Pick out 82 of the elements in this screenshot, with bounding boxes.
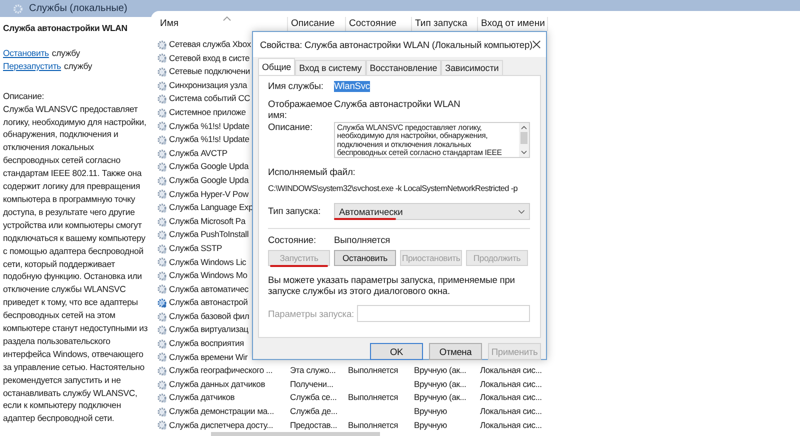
display-name-value: Служба автонастройки WLAN xyxy=(334,99,460,110)
field-label: Отображаемое имя: xyxy=(268,99,334,121)
table-cell-text: Вручную xyxy=(414,418,447,432)
table-cell-text: Локальная сис... xyxy=(480,405,542,418)
table-cell-text: Эта служо... xyxy=(290,364,336,378)
service-name[interactable]: Служба Windows Mo xyxy=(169,269,248,283)
dialog-button[interactable]: Отмена xyxy=(429,343,482,360)
table-cell-text: Вручную xyxy=(414,405,447,418)
table-cell-text: Выполняется xyxy=(348,364,398,378)
start-parameters-field[interactable] xyxy=(357,305,530,322)
service-name[interactable]: Служба Microsoft Pa xyxy=(169,214,246,228)
service-name[interactable]: Служба %1!s! Update xyxy=(169,120,250,134)
table-cell-text: Служба де... xyxy=(290,405,338,418)
table-cell-text: Предостав... xyxy=(290,418,338,432)
table-cell-text: Локальная сис... xyxy=(480,418,542,432)
service-name[interactable]: Системное приложе xyxy=(169,106,246,120)
service-name[interactable]: Служба данных датчиков xyxy=(169,378,266,392)
service-name[interactable]: Служба AVCTP xyxy=(169,146,228,160)
service-name[interactable]: Служба географического ... xyxy=(169,364,272,378)
field-label: Состояние: xyxy=(268,235,317,246)
service-name[interactable]: Служба диспетчера досту... xyxy=(169,418,274,432)
action-text: службу xyxy=(64,60,92,73)
service-name[interactable]: Служба Google Upda xyxy=(169,160,248,174)
service-name[interactable]: Сетевая служба Xbox xyxy=(169,38,251,52)
table-cell-text: Получени... xyxy=(290,378,334,391)
chevron-down-icon xyxy=(518,210,525,214)
action-text: службу xyxy=(52,46,80,60)
table-cell-text: Локальная сис... xyxy=(480,391,542,404)
executable-path: C:\WINDOWS\system32\svchost.exe -k LocalSystemNetworkRestricted -p xyxy=(268,183,519,194)
tab[interactable]: Восстановление xyxy=(366,60,442,75)
field-label: Имя службы: xyxy=(268,81,324,92)
dialog-title: Свойства: Служба автонастройки WLAN (Локальный компьютер) xyxy=(260,40,532,50)
service-name[interactable]: Синхронизация узла xyxy=(169,78,248,92)
field-label: Параметры запуска: xyxy=(268,308,354,318)
vertical-scrollbar[interactable] xyxy=(519,123,529,157)
startup-type-dropdown[interactable]: Автоматически xyxy=(334,203,530,220)
tab[interactable]: Зависимости xyxy=(441,60,503,75)
service-name[interactable]: Служба виртуализац xyxy=(169,323,248,338)
service-title: Служба автонастройки WLAN xyxy=(3,22,128,35)
action-link[interactable]: Остановить xyxy=(3,46,49,60)
table-cell-text: Служба се... xyxy=(290,391,337,404)
service-name[interactable]: Служба SSTP xyxy=(169,242,222,256)
action-link[interactable]: Перезапустить xyxy=(3,60,62,73)
tab[interactable]: Вход в систему xyxy=(295,60,366,75)
service-name[interactable]: Служба Windows Lic xyxy=(169,256,246,270)
window-title: Службы (локальные) xyxy=(29,3,128,14)
dialog-button[interactable]: OK xyxy=(370,343,423,360)
description-text: Служба WLANSVC предоставляет логику, необходимую для настройки, обнаружения, подключения и отключения локальных беспроводных сетей согласно стандартам IEEE 802.11. Также она содержит логику для превращения компьютера в программную точку доступа, в результате чего другие устройства или компьютеры смогут подключаться к вашему компьютеру с помощью адаптера беспроводной сети, который поддерживает подобную функцию. Остановка или отключение службы WLANSVC приведет к тому, что все адаптеры беспроводных сетей на этом компьютере станут недоступными из раздела пользовательского интерфейса Windows, отвечающего за управление сетью. Настоятельно рекомендуется запустить и не останавливать службу WLANSVC, если к компьютеру подключен адаптер беспроводной сети. xyxy=(3,102,149,426)
service-name-value: WlanSvc xyxy=(334,81,370,92)
table-cell-text: Вручную (ак... xyxy=(414,391,466,404)
tab[interactable]: Общие xyxy=(258,58,296,75)
description-label: Описание: xyxy=(3,90,46,103)
service-name[interactable]: Служба датчиков xyxy=(169,391,235,406)
service-name[interactable]: Служба Google Upda xyxy=(169,174,248,188)
table-cell-text: Вручную (ак... xyxy=(414,378,466,391)
table-cell-text: Выполняется xyxy=(348,391,398,404)
status-value: Выполняется xyxy=(334,235,390,246)
close-icon[interactable] xyxy=(532,40,542,49)
table-cell-text: Локальная сис... xyxy=(480,378,542,391)
field-label: Исполняемый файл: xyxy=(268,167,356,178)
table-cell-text: Локальная сис... xyxy=(480,364,542,378)
horizontal-scrollbar[interactable] xyxy=(211,432,380,436)
service-name[interactable]: Служба %1!s! Update xyxy=(169,133,250,147)
service-name[interactable]: Служба Hyper-V Pow xyxy=(169,188,248,202)
field-label: Тип запуска: xyxy=(268,206,322,217)
sort-caret-icon xyxy=(223,16,231,21)
service-name[interactable]: Служба демонстрации ма... xyxy=(169,405,274,419)
service-name[interactable]: Служба восприятия xyxy=(169,337,244,351)
service-name[interactable]: Служба времени Wir xyxy=(169,350,248,364)
hint-text: Вы можете указать параметры запуска, применяемые при запуске службы из этого диалогового окна. xyxy=(268,275,516,297)
service-name[interactable]: Служба автоматичес xyxy=(169,282,248,296)
table-cell-text: Вручную (ак... xyxy=(414,364,466,378)
service-name[interactable]: Система событий СС xyxy=(169,92,250,106)
service-name[interactable]: Служба базовой фил xyxy=(169,310,250,324)
service-name[interactable]: Служба автонастрой xyxy=(169,296,248,310)
gear-icon xyxy=(13,4,23,14)
service-name[interactable]: Сетевой вход в систе xyxy=(169,52,250,66)
table-cell-text: Выполняется xyxy=(348,418,398,432)
service-name[interactable]: Служба PushToInstall xyxy=(169,228,249,242)
service-button[interactable]: Остановить xyxy=(334,250,396,266)
field-label: Описание: xyxy=(268,122,314,133)
service-name[interactable]: Сетевые подключени xyxy=(169,65,250,79)
